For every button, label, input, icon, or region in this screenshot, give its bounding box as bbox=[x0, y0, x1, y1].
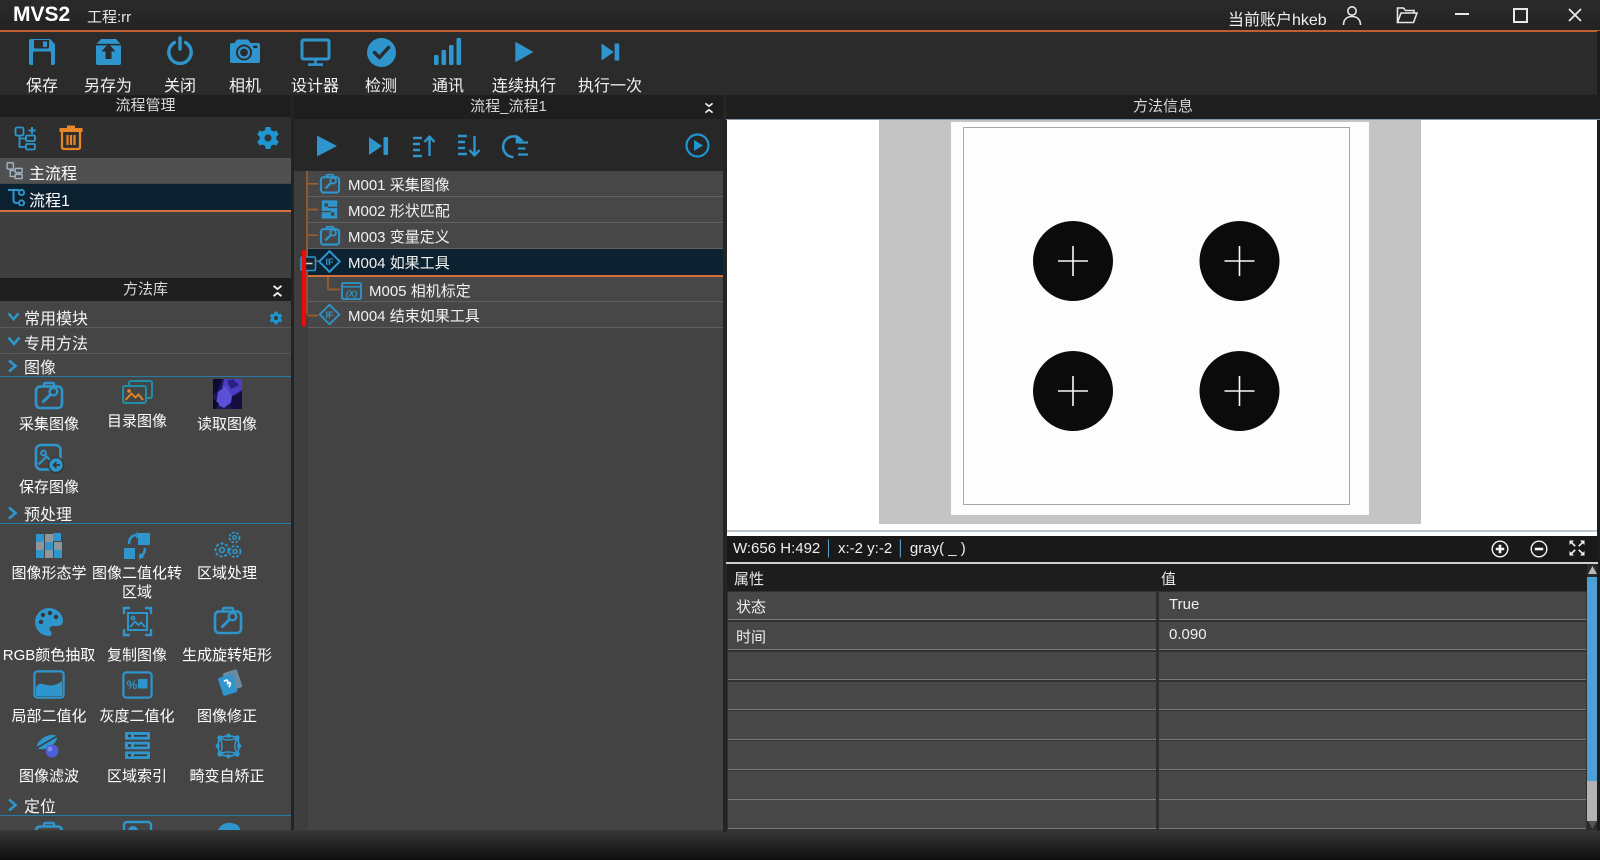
svg-text:%: % bbox=[127, 678, 138, 692]
